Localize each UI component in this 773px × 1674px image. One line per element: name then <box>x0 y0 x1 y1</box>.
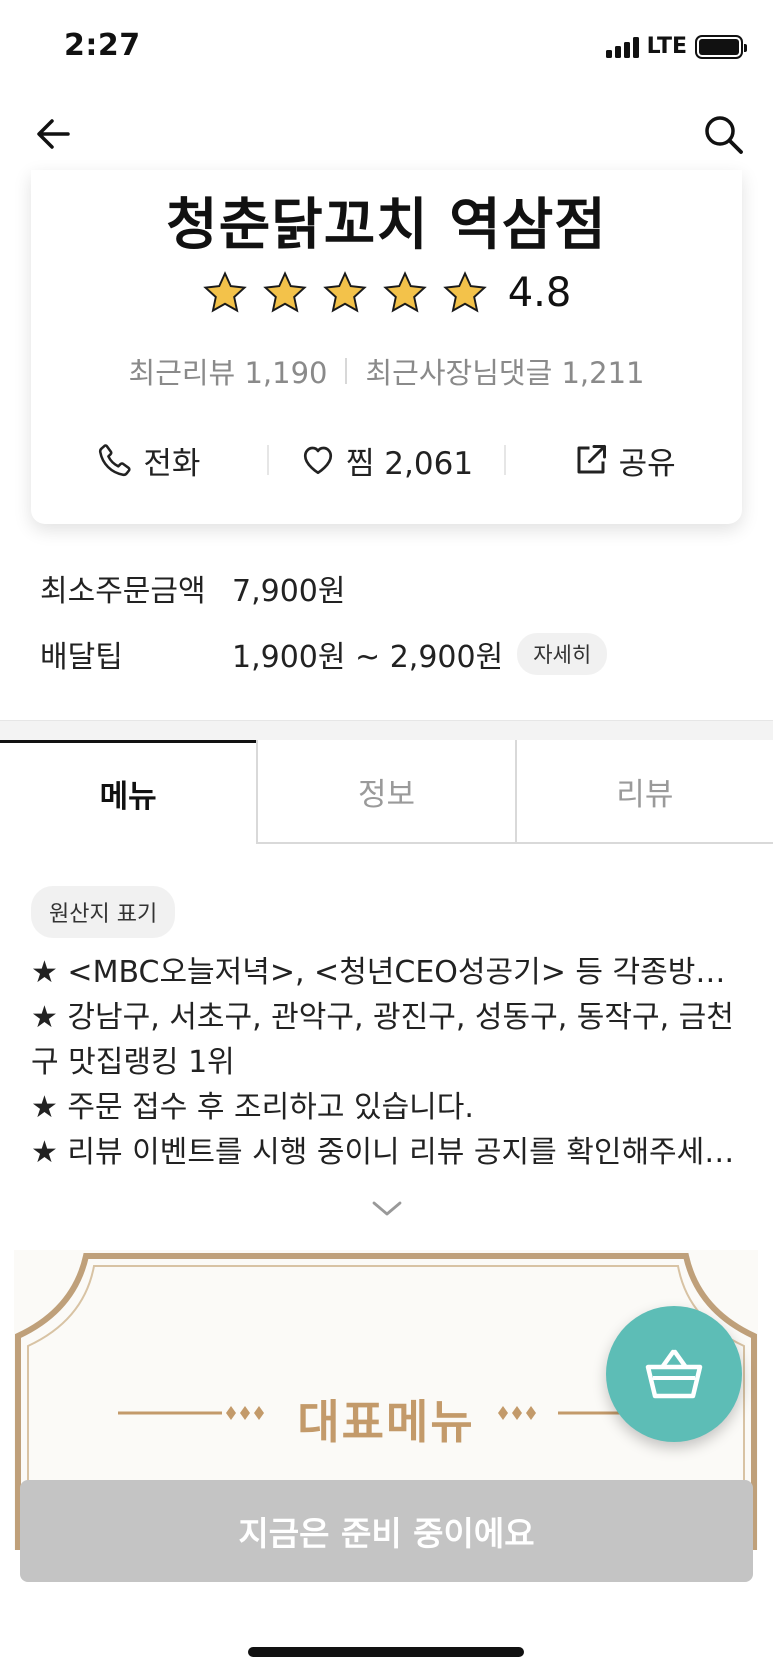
basket-icon <box>645 1349 703 1399</box>
back-arrow-icon <box>37 119 70 149</box>
notice-line: ★ 강남구, 서초구, 관악구, 광진구, 성동구, 동작구, 금천구 맛집랭킹… <box>31 1000 734 1080</box>
store-card: 청춘닭꼬치 역삼점 4.8 최근리뷰 1,190 최근사장님댓글 1,211 전… <box>31 170 742 524</box>
store-actions: 전화 찜 2,061 공유 <box>31 432 742 488</box>
chevron-down-icon <box>372 1201 402 1216</box>
section-divider <box>0 720 773 740</box>
back-button[interactable] <box>32 112 76 156</box>
notice-line: ★ 리뷰 이벤트를 시행 중이니 리뷰 공지를 확인해주세… <box>31 1135 735 1170</box>
status-bar: 2:27 LTE <box>0 0 773 96</box>
favorite-label: 찜 2,061 <box>345 445 474 482</box>
cart-button[interactable] <box>606 1306 742 1442</box>
status-indicators: LTE <box>605 34 747 59</box>
divider <box>345 358 348 384</box>
search-icon <box>705 116 743 154</box>
tab-reviews[interactable]: 리뷰 <box>514 740 773 844</box>
expand-notice-button[interactable] <box>370 1198 404 1220</box>
min-order-row: 최소주문금액 7,900원 <box>40 568 607 609</box>
tab-menu[interactable]: 메뉴 <box>0 740 257 844</box>
heart-icon <box>303 446 333 475</box>
store-name: 청춘닭꼬치 역삼점 <box>166 193 607 258</box>
star-icon <box>382 271 427 313</box>
network-type: LTE <box>646 34 687 59</box>
delivery-tip-row: 배달팁 1,900원 ~ 2,900원 자세히 <box>40 633 608 675</box>
delivery-tip-value: 1,900원 ~ 2,900원 <box>232 640 504 675</box>
owner-replies-link[interactable]: 최근사장님댓글 1,211 <box>365 350 644 392</box>
delivery-tip-label: 배달팁 <box>40 640 123 675</box>
star-icon <box>442 271 487 313</box>
order-info: 최소주문금액 7,900원 배달팁 1,900원 ~ 2,900원 자세히 <box>40 568 608 700</box>
battery-icon <box>695 34 747 59</box>
min-order-label: 최소주문금액 <box>40 574 206 609</box>
call-button[interactable]: 전화 <box>31 432 267 488</box>
home-indicator <box>248 1647 524 1657</box>
tab-bar: 메뉴 정보 리뷰 <box>0 740 773 844</box>
search-button[interactable] <box>701 112 745 156</box>
store-notice: ★ <MBC오늘저녁>, <청년CEO성공기> 등 각종방송 출연 ★ 강남구,… <box>31 950 751 1175</box>
star-icon <box>322 271 367 313</box>
share-label: 공유 <box>618 445 676 482</box>
call-label: 전화 <box>143 445 201 482</box>
star-icon <box>262 271 307 313</box>
signal-icon <box>605 36 639 58</box>
tab-info[interactable]: 정보 <box>256 740 515 844</box>
min-order-value: 7,900원 <box>232 574 346 609</box>
phone-icon <box>99 444 131 477</box>
review-counts: 최근리뷰 1,190 최근사장님댓글 1,211 <box>31 350 742 392</box>
share-icon <box>577 445 606 474</box>
origin-label-button[interactable]: 원산지 표기 <box>31 886 176 938</box>
delivery-tip-detail-button[interactable]: 자세히 <box>517 633 608 675</box>
notice-line: ★ 주문 접수 후 조리하고 있습니다. <box>31 1090 474 1125</box>
recent-reviews-link[interactable]: 최근리뷰 1,190 <box>129 350 328 392</box>
star-icon <box>202 271 247 313</box>
store-rating[interactable]: 4.8 <box>31 270 742 316</box>
favorite-button[interactable]: 찜 2,061 <box>269 432 505 488</box>
status-time: 2:27 <box>64 28 141 63</box>
rating-value: 4.8 <box>507 270 572 316</box>
order-button[interactable]: 지금은 준비 중이에요 <box>20 1480 753 1582</box>
share-button[interactable]: 공유 <box>506 432 742 488</box>
notice-line: ★ <MBC오늘저녁>, <청년CEO성공기> 등 각종방송 출연 <box>31 955 751 990</box>
